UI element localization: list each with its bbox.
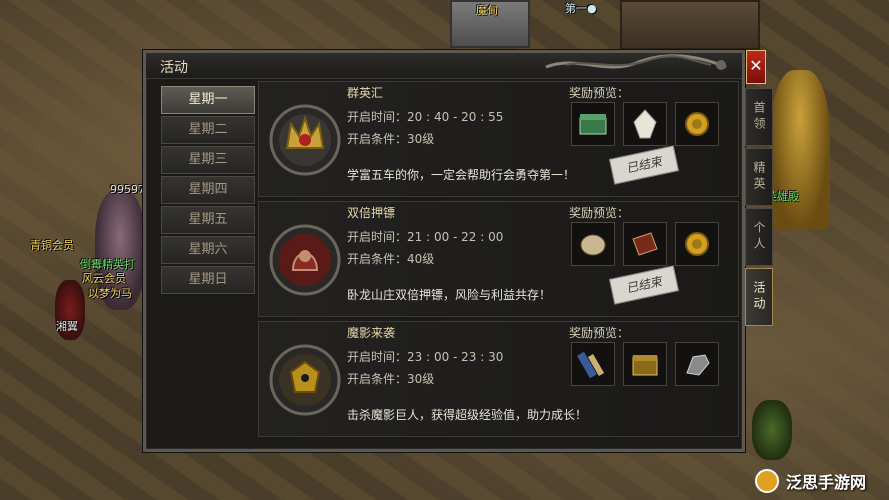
reward-slots [571, 222, 719, 266]
event-time: 开启时间：20 : 40 - 20 : 55 [347, 110, 504, 124]
side-tabs: 首领 精英 个人 活动 [745, 88, 773, 328]
npc-character-right[interactable] [752, 400, 792, 460]
reward-slot[interactable] [571, 102, 615, 146]
scene-label: 魔甸 [476, 4, 498, 17]
side-tab-personal[interactable]: 个人 [745, 208, 773, 266]
day-tab[interactable]: 星期五 [161, 206, 255, 234]
side-tab-elite[interactable]: 精英 [745, 148, 773, 206]
event-description: 学富五车的你，一定会帮助行会勇夺第一！ [347, 168, 576, 182]
day-tab[interactable]: 星期四 [161, 176, 255, 204]
panel-header[interactable]: 活动 [146, 53, 742, 79]
escort-emblem-icon [269, 224, 341, 296]
reward-slot[interactable] [675, 342, 719, 386]
reward-slot[interactable] [571, 342, 615, 386]
event-card[interactable]: 群英汇 开启时间：20 : 40 - 20 : 55 开启条件：30级 学富五车… [258, 81, 739, 197]
event-name: 魔影来袭 [347, 326, 396, 340]
event-name: 双倍押镖 [347, 206, 396, 220]
event-condition: 开启条件：40级 [347, 252, 435, 266]
event-condition: 开启条件：30级 [347, 372, 435, 386]
day-tab[interactable]: 星期日 [161, 266, 255, 294]
event-card[interactable]: 魔影来袭 开启时间：23 : 00 - 23 : 30 开启条件：30级 击杀魔… [258, 321, 739, 437]
red-box-icon [632, 232, 658, 256]
reward-slots [571, 342, 719, 386]
event-card[interactable]: 双倍押镖 开启时间：21 : 00 - 22 : 00 开启条件：40级 卧龙山… [258, 201, 739, 317]
shadow-emblem-icon [269, 344, 341, 416]
activity-panel: 活动 星期一 星期二 星期三 星期四 星期五 星期六 星期日 群英汇 开启时间：… [143, 50, 745, 452]
day-tab[interactable]: 星期一 [161, 86, 255, 114]
watermark: 泛思手游网 [754, 466, 884, 496]
building [620, 0, 760, 50]
scroll-icon [577, 351, 605, 379]
player-title: 风云会员 [82, 272, 126, 285]
gauntlet-icon [686, 354, 710, 376]
ended-stamp: 已结束 [609, 265, 679, 305]
crystal-icon [633, 109, 657, 139]
watermark-text: 泛思手游网 [786, 473, 867, 492]
day-list: 星期一 星期二 星期三 星期四 星期五 星期六 星期日 [161, 86, 255, 296]
reward-slot[interactable] [623, 222, 667, 266]
reward-slot[interactable] [623, 102, 667, 146]
reward-slot[interactable] [571, 222, 615, 266]
side-tab-boss[interactable]: 首领 [745, 88, 773, 146]
event-name: 群英汇 [347, 86, 384, 100]
reward-slot[interactable] [623, 342, 667, 386]
player-motto: 以梦为马 [88, 287, 132, 300]
reward-slot[interactable] [675, 222, 719, 266]
gold-coin-icon [685, 232, 709, 256]
watermark-logo-icon [755, 469, 779, 493]
green-chest-icon [579, 114, 607, 135]
gold-coin-icon [685, 112, 709, 136]
reward-slots [571, 102, 719, 146]
event-time: 开启时间：21 : 00 - 22 : 00 [347, 230, 504, 244]
day-tab[interactable]: 星期三 [161, 146, 255, 174]
event-list: 群英汇 开启时间：20 : 40 - 20 : 55 开启条件：30级 学富五车… [258, 81, 739, 441]
player-name: 青铜会员 [30, 239, 74, 252]
event-time: 开启时间：23 : 00 - 23 : 30 [347, 350, 504, 364]
crown-emblem-icon [269, 104, 341, 176]
reward-label: 奖励预览： [569, 326, 630, 340]
event-description: 击杀魔影巨人，获得超级经验值，助力成长！ [347, 408, 588, 422]
reward-label: 奖励预览： [569, 206, 630, 220]
ore-icon [580, 234, 606, 256]
event-description: 卧龙山庄双倍押镖，风险与利益共存！ [347, 288, 552, 302]
npc-name: 湘翼 [56, 320, 78, 333]
ended-stamp: 已结束 [609, 145, 679, 185]
close-button[interactable]: ✕ [746, 50, 766, 84]
panel-title: 活动 [160, 60, 188, 76]
gold-chest-icon [632, 355, 658, 376]
day-tab[interactable]: 星期六 [161, 236, 255, 264]
event-condition: 开启条件：30级 [347, 132, 435, 146]
hp-label: 99597 [110, 183, 145, 196]
day-tab[interactable]: 星期二 [161, 116, 255, 144]
golden-statue[interactable] [770, 70, 830, 230]
scene-label: 第一● [565, 2, 597, 15]
reward-label: 奖励预览： [569, 86, 630, 100]
side-tab-activity[interactable]: 活动 [745, 268, 773, 326]
reward-slot[interactable] [675, 102, 719, 146]
dragon-ornament-icon [545, 54, 727, 70]
